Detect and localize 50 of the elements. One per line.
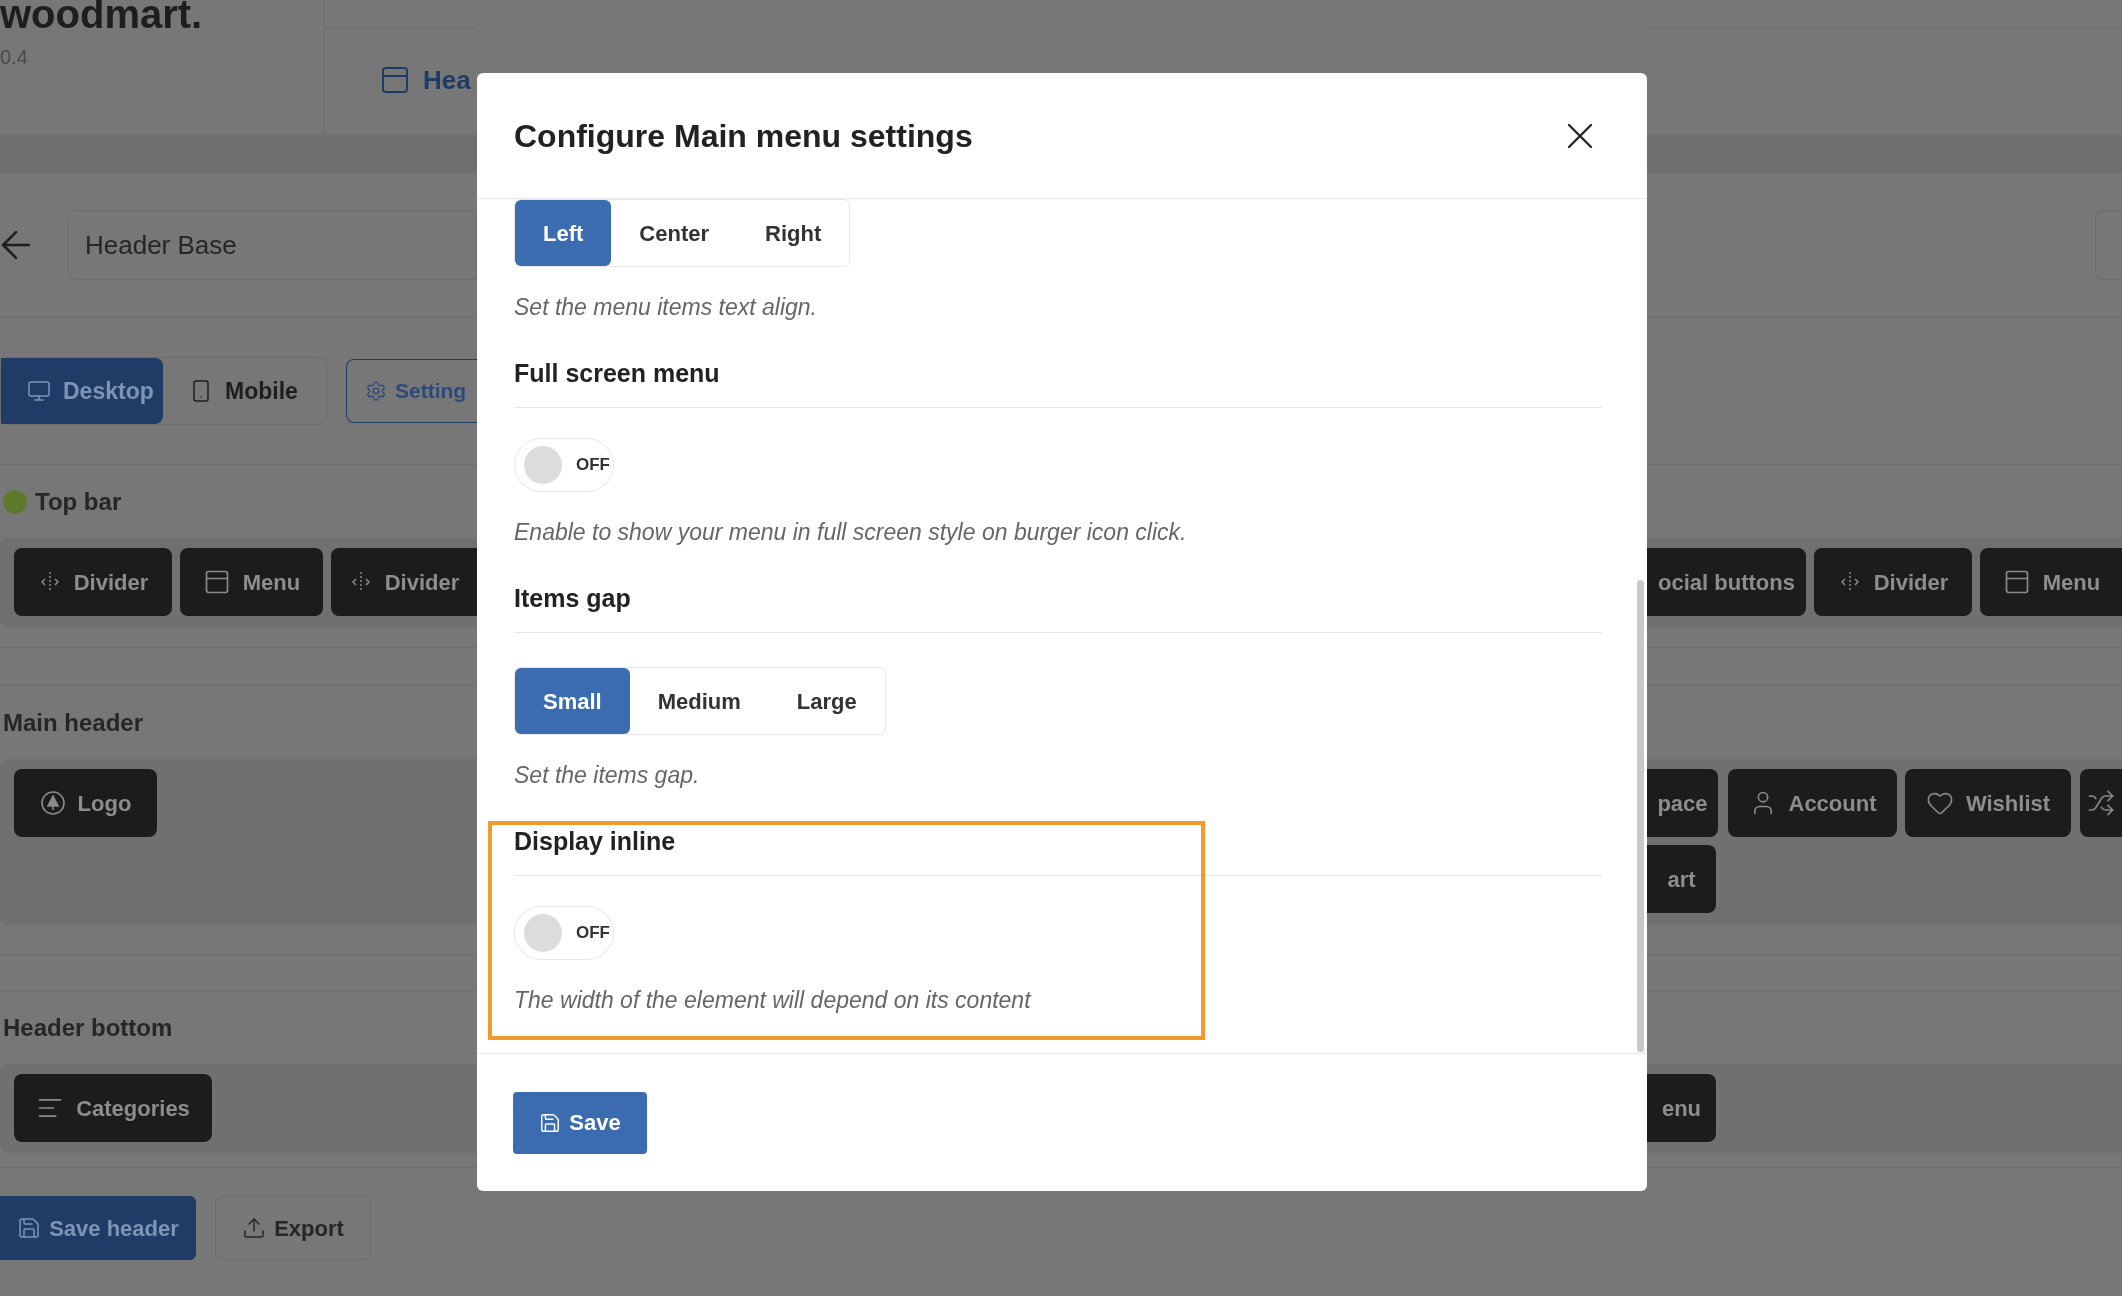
element-button[interactable]: art <box>1647 845 1716 913</box>
save-button[interactable]: Save <box>513 1091 647 1154</box>
option-button[interactable]: Small <box>515 668 630 734</box>
shuffle-icon <box>2087 789 2115 817</box>
monitor-icon <box>27 379 51 403</box>
setting-description: Set the menu items text align. <box>514 293 818 322</box>
element-button[interactable]: Wishlist <box>1905 769 2071 837</box>
element-button[interactable]: Menu <box>180 548 323 616</box>
scrollbar-thumb[interactable] <box>1637 580 1644 1052</box>
option-button[interactable]: Center <box>611 200 737 266</box>
view-tab[interactable]: Mobile <box>163 358 324 424</box>
element-button[interactable]: Menu <box>1980 548 2122 616</box>
option-button[interactable]: Large <box>768 668 885 734</box>
export-button[interactable]: Export <box>215 1196 371 1260</box>
dialog-title: Configure Main menu settings <box>514 116 973 156</box>
toggle-knob <box>524 914 562 952</box>
option-button[interactable]: Medium <box>629 668 769 734</box>
save-icon <box>17 1216 42 1240</box>
element-button[interactable]: pace <box>1647 769 1718 837</box>
logo-icon <box>39 790 66 816</box>
element-button[interactable]: enu <box>1647 1074 1716 1142</box>
element-button[interactable]: Divider <box>14 548 172 616</box>
toggle-switch[interactable]: OFF <box>514 906 614 960</box>
setting-description: Enable to show your menu in full screen style on burger icon click. <box>514 518 1188 547</box>
element-button[interactable] <box>2080 769 2122 837</box>
layout-icon <box>379 64 411 96</box>
view-tab[interactable]: Desktop <box>1 358 163 424</box>
setting-title: Items gap <box>514 584 631 612</box>
settings-icon <box>365 380 387 402</box>
element-button[interactable]: ocial buttons <box>1647 548 1806 616</box>
row-title: Header bottom <box>3 1012 173 1043</box>
element-button[interactable]: Divider <box>1814 548 1972 616</box>
upload-icon <box>242 1216 267 1240</box>
setting-title: Display inline <box>514 827 676 855</box>
option-button[interactable]: Right <box>737 200 850 266</box>
save-icon <box>539 1111 562 1134</box>
row-title: Main header <box>3 707 144 738</box>
element-button[interactable]: Logo <box>14 769 157 837</box>
element-button[interactable]: Divider <box>331 548 477 616</box>
setting-title: Full screen menu <box>514 359 720 387</box>
save-header-button[interactable]: Save header <box>0 1196 196 1260</box>
element-button[interactable]: Account <box>1728 769 1897 837</box>
setting-description: Set the items gap. <box>514 761 701 790</box>
element-button[interactable]: Categories <box>14 1074 212 1142</box>
toggle-knob <box>524 446 562 484</box>
setting-description: The width of the element will depend on its content <box>514 986 1033 1015</box>
option-button[interactable]: Left <box>515 200 612 266</box>
header-name-field[interactable]: Header Base <box>68 210 477 280</box>
row-title: Top bar <box>35 486 122 517</box>
toggle-switch[interactable]: OFF <box>514 438 614 492</box>
